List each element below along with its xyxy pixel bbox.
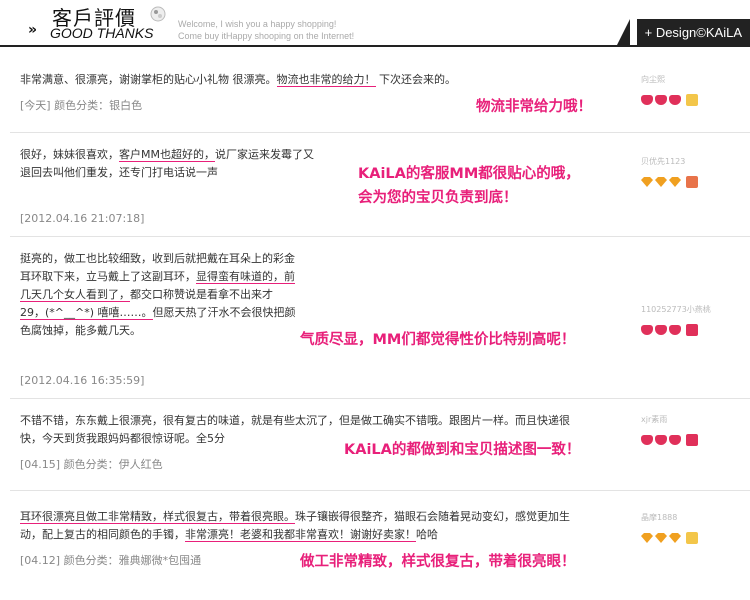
diamond-icon — [669, 177, 681, 187]
review-meta: [2012.04.16 16:35:59] — [20, 374, 145, 387]
badge-icon — [686, 434, 698, 446]
review-line: 非常满意、很漂亮，谢谢掌柜的贴心小礼物 很漂亮。物流也非常的给力！ 下次还会来的… — [20, 71, 456, 89]
review-text-part: 但愿天热了汗水不会很快把颜 — [152, 306, 296, 319]
review-item: 挺亮的，做工也比较细致，收到后就把戴在耳朵上的彩金 耳环取下来，立马戴上了这副耳… — [10, 244, 622, 394]
review-line: 退回去叫他们重发，还专门打电话说一声 — [20, 166, 218, 179]
review-line: 29，(*^__^*) 嘻嘻……。但愿天热了汗水不会很快把颜 — [20, 304, 296, 322]
review-meta: [04.15] 颜色分类：伊人红色 — [20, 458, 163, 471]
review-text-highlight: 物流也非常的给力！ — [276, 73, 376, 87]
highlight-tag: KAiLA的都做到和宝贝描述图一致！ — [344, 442, 581, 458]
review-line: 耳环取下来，立马戴上了这副耳环，显得蛮有味道的，前 — [20, 268, 296, 286]
reviewer-name: 向尘熙 — [641, 75, 665, 84]
header-tagline: Welcome, I wish you a happy shopping! Co… — [178, 18, 354, 42]
review-item: 耳环很漂亮且做工非常精致，样式很复古，带着很亮眼。珠子镶嵌得很整齐，猫眼石会随着… — [10, 498, 622, 594]
badge-icon — [686, 94, 698, 106]
review-text-part: 说厂家运来发霉了又 — [214, 148, 314, 161]
diamond-icon — [669, 533, 681, 543]
heart-icon — [655, 435, 667, 445]
review-text-highlight: 几天几个女人看到了， — [20, 288, 130, 302]
heart-icon — [655, 325, 667, 335]
review-line: 动，配上复古的相同颜色的手镯，非常漂亮！老婆和我都非常喜欢！谢谢好卖家！哈哈 — [20, 526, 570, 544]
divider — [10, 132, 750, 133]
review-text-part: 非常满意、很漂亮，谢谢掌柜的贴心小礼物 很漂亮。 — [20, 73, 277, 86]
diamond-icon — [655, 533, 667, 543]
highlight-tag: 物流非常给力哦！ — [476, 99, 592, 115]
divider — [10, 398, 750, 399]
review-text-part: 哈哈 — [416, 528, 438, 541]
review-text-part: 动，配上复古的相同颜色的手镯， — [20, 528, 185, 541]
review-item: 很好，妹妹很喜欢，客户MM也超好的，说厂家运来发霉了又 退回去叫他们重发，还专门… — [10, 140, 622, 234]
review-text-part: 耳环取下来，立马戴上了这副耳环， — [20, 270, 196, 283]
heart-icon — [641, 325, 653, 335]
chevron-down-icon: » — [28, 22, 38, 38]
highlight-tag: KAiLA的客服MM都很贴心的哦， 会为您的宝贝负责到底！ — [358, 166, 580, 206]
review-line: 挺亮的，做工也比较细致，收到后就把戴在耳朵上的彩金 — [20, 252, 295, 265]
heart-icon — [669, 435, 681, 445]
heart-icon — [669, 325, 681, 335]
highlight-tag: 做工非常精致，样式很复古，带着很亮眼！ — [300, 554, 576, 570]
review-item: 不错不错，东东戴上很漂亮，很有复古的味道，就是有些太沉了，但是做工确实不错哦。跟… — [10, 406, 622, 486]
review-text-highlight: 客户MM也超好的， — [119, 148, 215, 162]
badge-icon — [686, 176, 698, 188]
divider — [10, 236, 750, 237]
reviewer-name: xjr素雨 — [641, 415, 668, 424]
review-line: 很好，妹妹很喜欢，客户MM也超好的，说厂家运来发霉了又 — [20, 146, 314, 164]
rating-hearts — [641, 434, 698, 446]
heart-icon — [641, 435, 653, 445]
review-line: 耳环很漂亮且做工非常精致，样式很复古，带着很亮眼。珠子镶嵌得很整齐，猫眼石会随着… — [20, 508, 570, 526]
header: 客戶評價 » GOOD THANKS Welcome, I wish you a… — [0, 0, 750, 47]
brand-notch — [616, 19, 630, 47]
reviewer-name: 晶摩1888 — [641, 513, 678, 522]
review-line: 色腐蚀掉，能多戴几天。 — [20, 324, 141, 337]
heart-icon — [669, 95, 681, 105]
review-text: 挺亮的，做工也比较细致，收到后就把戴在耳朵上的彩金 耳环取下来，立马戴上了这副耳… — [20, 250, 296, 340]
review-meta: [2012.04.16 21:07:18] — [20, 212, 145, 225]
review-text: 很好，妹妹很喜欢，客户MM也超好的，说厂家运来发霉了又 退回去叫他们重发，还专门… — [20, 146, 314, 182]
rating-hearts — [641, 94, 698, 106]
brand-label: + Design©KAiLA — [636, 19, 750, 47]
diamond-icon — [150, 6, 166, 22]
review-line: 几天几个女人看到了，都交口称赞说是看拿不出来才 — [20, 286, 296, 304]
highlight-tag: 气质尽显，MM们都觉得性价比特别高呢！ — [300, 332, 576, 348]
badge-icon — [686, 532, 698, 544]
rating-diamonds — [641, 176, 698, 188]
review-text-highlight: 显得蛮有味道的，前 — [196, 270, 295, 284]
review-meta: [今天] 颜色分类：银白色 — [20, 99, 143, 112]
review-text-part: 下次还会来的。 — [375, 73, 456, 86]
heart-icon — [641, 95, 653, 105]
review-text-part: 都交口称赞说是看拿不出来才 — [130, 288, 273, 301]
review-text-highlight: 29，(*^__^*) 嘻嘻……。 — [20, 306, 153, 320]
review-line: 不错不错，东东戴上很漂亮，很有复古的味道，就是有些太沉了，但是做工确实不错哦。跟… — [20, 414, 570, 427]
diamond-icon — [641, 533, 653, 543]
review-text: 耳环很漂亮且做工非常精致，样式很复古，带着很亮眼。珠子镶嵌得很整齐，猫眼石会随着… — [20, 508, 570, 544]
tagline-line-2: Come buy itHappy shooping on the Interne… — [178, 31, 355, 41]
review-meta: [04.12] 颜色分类：雅典娜微*包囤通 — [20, 554, 202, 567]
diamond-icon — [641, 177, 653, 187]
reviewer-name: 110252773小燕桃 — [641, 305, 711, 314]
review-text-part: 珠子镶嵌得很整齐，猫眼石会随着晃动变幻，感觉更加生 — [295, 510, 570, 523]
diamond-icon — [655, 177, 667, 187]
rating-diamonds — [641, 532, 698, 544]
divider — [10, 490, 750, 491]
tagline-line-1: Welcome, I wish you a happy shopping! — [178, 19, 337, 29]
badge-icon — [686, 324, 698, 336]
review-item: 非常满意、很漂亮，谢谢掌柜的贴心小礼物 很漂亮。物流也非常的给力！ 下次还会来的… — [10, 65, 622, 131]
reviewer-name: 贝优先1123 — [641, 157, 686, 166]
review-text: 非常满意、很漂亮，谢谢掌柜的贴心小礼物 很漂亮。物流也非常的给力！ 下次还会来的… — [20, 71, 456, 89]
heart-icon — [655, 95, 667, 105]
rating-hearts — [641, 324, 698, 336]
review-text-highlight: 非常漂亮！老婆和我都非常喜欢！谢谢好卖家！ — [185, 528, 416, 542]
header-title-en: GOOD THANKS — [50, 25, 154, 41]
review-text-highlight: 耳环很漂亮且做工非常精致，样式很复古，带着很亮眼。 — [20, 510, 295, 524]
header-divider — [0, 45, 750, 47]
review-text-part: 很好，妹妹很喜欢， — [20, 148, 119, 161]
